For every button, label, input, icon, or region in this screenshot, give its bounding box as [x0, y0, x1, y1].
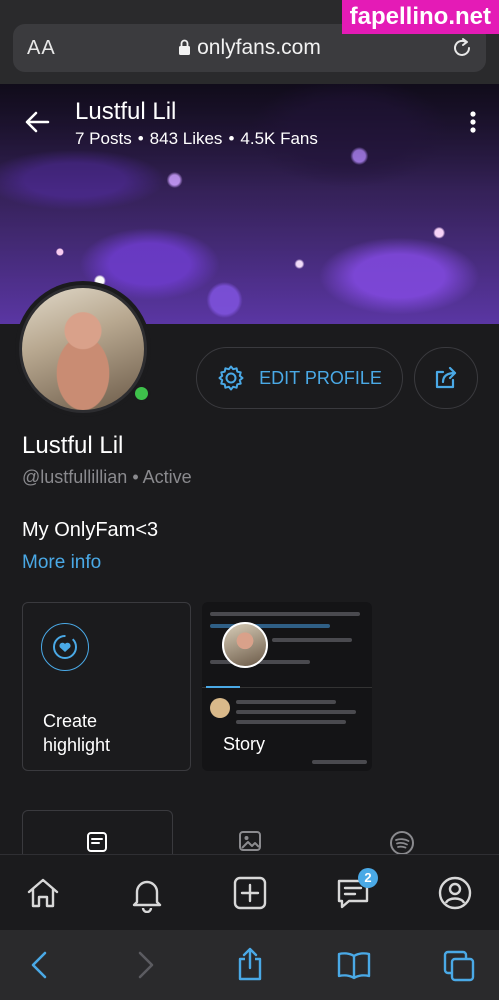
status-separator: •	[132, 467, 139, 487]
messages-badge: 2	[358, 868, 378, 888]
tabs-icon[interactable]	[443, 950, 475, 982]
avatar[interactable]	[15, 281, 151, 417]
bookmarks-icon[interactable]	[337, 950, 371, 980]
create-highlight-label: Create highlight	[43, 709, 110, 757]
share-icon	[435, 366, 457, 389]
highlight-heart-icon	[41, 623, 89, 671]
content-tabs	[0, 810, 499, 856]
story-preview-line	[210, 612, 360, 616]
edit-profile-label: EDIT PROFILE	[259, 367, 382, 388]
fans-count: 4.5K Fans	[240, 129, 318, 148]
story-preview-avatar	[210, 698, 230, 718]
handle-line: @lustfullillian • Active	[22, 467, 192, 488]
browser-back-icon[interactable]	[28, 950, 50, 980]
spotify-icon	[390, 831, 414, 855]
profile-icon[interactable]	[437, 875, 473, 911]
story-label: Story	[223, 734, 266, 754]
edit-profile-button[interactable]: EDIT PROFILE	[196, 347, 403, 409]
create-highlight-line2: highlight	[43, 735, 111, 755]
story-preview-line	[312, 760, 367, 764]
cover-title: Lustful Lil	[75, 98, 177, 125]
avatar-image	[19, 285, 147, 413]
gear-icon	[218, 365, 244, 391]
story-preview-line	[236, 700, 336, 704]
create-highlight-card[interactable]: Create highlight	[22, 602, 191, 771]
posts-icon	[87, 832, 107, 852]
browser-share-icon[interactable]	[235, 946, 265, 982]
story-preview-line	[236, 710, 356, 714]
more-options-icon[interactable]	[469, 110, 477, 134]
url-text[interactable]: onlyfans.com	[13, 36, 486, 60]
create-highlight-line1: Create	[43, 711, 98, 731]
share-profile-button[interactable]	[414, 347, 478, 409]
likes-count: 843 Likes	[149, 129, 223, 148]
back-arrow-icon[interactable]	[24, 110, 50, 134]
browser-bottom-toolbar	[0, 930, 499, 1000]
story-avatar	[222, 622, 268, 668]
cover-stats: 7 Posts • 843 Likes • 4.5K Fans	[75, 129, 318, 149]
story-preview-tab-underline	[206, 686, 240, 688]
watermark: fapellino.net	[341, 0, 499, 34]
lock-icon	[179, 39, 191, 55]
posts-count: 7 Posts	[75, 129, 132, 148]
stat-separator: •	[137, 129, 144, 148]
story-preview-line	[236, 720, 346, 724]
display-name: Lustful Lil	[22, 432, 124, 459]
app-bottom-nav: 2	[0, 854, 499, 930]
image-icon	[239, 831, 261, 851]
bell-icon[interactable]	[129, 875, 165, 913]
activity-status: Active	[142, 467, 192, 487]
reload-icon[interactable]	[450, 35, 474, 61]
online-status-dot	[132, 384, 151, 403]
story-preview-line	[210, 624, 330, 628]
url-domain: onlyfans.com	[197, 36, 321, 59]
home-icon[interactable]	[25, 875, 61, 911]
stat-separator: •	[228, 129, 235, 148]
story-preview-line	[272, 638, 352, 642]
more-info-link[interactable]: More info	[22, 552, 101, 574]
browser-forward-icon[interactable]	[135, 950, 157, 980]
username: @lustfullillian	[22, 467, 128, 487]
add-post-icon[interactable]	[232, 875, 268, 911]
story-card[interactable]: Story	[202, 602, 372, 771]
bio-text: My OnlyFam<3	[22, 519, 159, 541]
tab-posts[interactable]	[22, 810, 173, 856]
